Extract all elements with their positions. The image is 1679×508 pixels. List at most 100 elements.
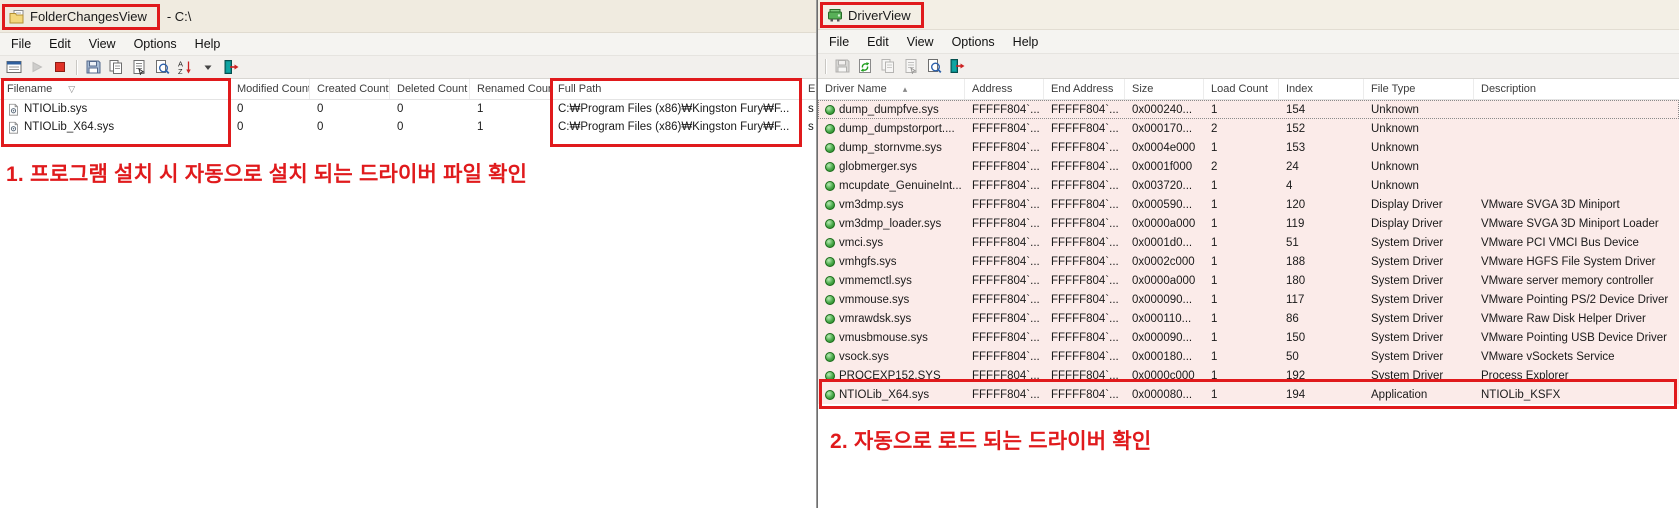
menu-help[interactable]: Help (1004, 32, 1048, 52)
table-row[interactable]: vmhgfs.sysFFFFF804`...FFFFF804`...0x0002… (818, 252, 1679, 271)
cell-name: vm3dmp_loader.sys (818, 214, 965, 233)
cell-address: FFFFF804`... (965, 347, 1044, 366)
table-row[interactable]: vmusbmouse.sysFFFFF804`...FFFFF804`...0x… (818, 328, 1679, 347)
cell-index: 194 (1279, 385, 1364, 404)
menu-edit[interactable]: Edit (858, 32, 898, 52)
stop-icon[interactable] (50, 58, 70, 76)
column-header-row: Filename▽Modified CountCreated CountDele… (0, 79, 816, 100)
table-row[interactable]: vmmemctl.sysFFFFF804`...FFFFF804`...0x00… (818, 271, 1679, 290)
cell-address: FFFFF804`... (965, 309, 1044, 328)
cell-address: FFFFF804`... (965, 195, 1044, 214)
cell-index: 119 (1279, 214, 1364, 233)
refresh-icon[interactable] (855, 57, 875, 75)
menu-help[interactable]: Help (186, 34, 230, 54)
driverview-titlebar[interactable]: DriverView (818, 0, 1679, 30)
table-row[interactable]: NTIOLib_X64.sysFFFFF804`...FFFFF804`...0… (818, 385, 1679, 404)
cell-name: PROCEXP152.SYS (818, 366, 965, 385)
properties-icon[interactable] (129, 58, 149, 76)
find-icon[interactable] (152, 58, 172, 76)
table-row[interactable]: dump_dumpstorport....FFFFF804`...FFFFF80… (818, 119, 1679, 138)
column-header-renamed[interactable]: Renamed Count (470, 79, 551, 99)
find-icon[interactable] (924, 57, 944, 75)
cell-description: VMware Pointing PS/2 Device Driver (1474, 290, 1679, 309)
annotation-note-2: 2. 자동으로 로드 되는 드라이버 확인 (830, 425, 1151, 455)
report-view-icon[interactable] (4, 58, 24, 76)
table-row[interactable]: NTIOLib_X64.sys0001C:₩Program Files (x86… (0, 118, 816, 136)
cell-load_count: 2 (1204, 157, 1279, 176)
copy-icon[interactable] (106, 58, 126, 76)
table-row[interactable]: dump_dumpfve.sysFFFFF804`...FFFFF804`...… (818, 100, 1679, 119)
cell-name: NTIOLib_X64.sys (818, 385, 965, 404)
table-row[interactable]: vmmouse.sysFFFFF804`...FFFFF804`...0x000… (818, 290, 1679, 309)
cell-address: FFFFF804`... (965, 214, 1044, 233)
cell-end_address: FFFFF804`... (1044, 328, 1125, 347)
column-header-description[interactable]: Description (1474, 79, 1679, 99)
cell-file_type: Display Driver (1364, 214, 1474, 233)
sort-az-icon[interactable]: AZ (175, 58, 195, 76)
menubar: FileEditViewOptionsHelp (818, 30, 1679, 54)
column-header-address[interactable]: Address (965, 79, 1044, 99)
cell-file_type: System Driver (1364, 233, 1474, 252)
cell-name: globmerger.sys (818, 157, 965, 176)
table-row[interactable]: vm3dmp_loader.sysFFFFF804`...FFFFF804`..… (818, 214, 1679, 233)
column-header-load_count[interactable]: Load Count (1204, 79, 1279, 99)
menu-file[interactable]: File (2, 34, 40, 54)
column-header-deleted[interactable]: Deleted Count (390, 79, 470, 99)
column-header-modified[interactable]: Modified Count (230, 79, 310, 99)
table-row[interactable]: globmerger.sysFFFFF804`...FFFFF804`...0x… (818, 157, 1679, 176)
play-icon (27, 58, 47, 76)
table-row[interactable]: vsock.sysFFFFF804`...FFFFF804`...0x00018… (818, 347, 1679, 366)
column-header-full_path[interactable]: Full Path (551, 79, 801, 99)
desktop: FolderChangesView - C:\ FileEditViewOpti… (0, 0, 1679, 508)
cell-end_address: FFFFF804`... (1044, 347, 1125, 366)
cell-index: 86 (1279, 309, 1364, 328)
cell-ext: s (801, 100, 817, 118)
cell-file_type: System Driver (1364, 271, 1474, 290)
menu-options[interactable]: Options (125, 34, 186, 54)
column-header-index[interactable]: Index (1279, 79, 1364, 99)
cell-description (1474, 119, 1679, 138)
table-row[interactable]: vm3dmp.sysFFFFF804`...FFFFF804`...0x0005… (818, 195, 1679, 214)
cell-size: 0x0000a000 (1125, 271, 1204, 290)
driver-ball-icon (825, 314, 835, 324)
table-row[interactable]: mcupdate_GenuineInt...FFFFF804`...FFFFF8… (818, 176, 1679, 195)
column-header-name[interactable]: Driver Name▴ (818, 79, 965, 99)
menu-edit[interactable]: Edit (40, 34, 80, 54)
menu-options[interactable]: Options (943, 32, 1004, 52)
table-row[interactable]: PROCEXP152.SYSFFFFF804`...FFFFF804`...0x… (818, 366, 1679, 385)
cell-address: FFFFF804`... (965, 252, 1044, 271)
sort-indicator-icon: ▴ (903, 84, 908, 95)
menu-view[interactable]: View (80, 34, 125, 54)
cell-description (1474, 157, 1679, 176)
cell-index: 50 (1279, 347, 1364, 366)
cell-size: 0x000110... (1125, 309, 1204, 328)
cell-load_count: 1 (1204, 347, 1279, 366)
column-header-filename[interactable]: Filename▽ (0, 79, 230, 99)
column-header-ext[interactable]: E (801, 79, 817, 99)
menu-view[interactable]: View (898, 32, 943, 52)
annotation-note-1: 1. 프로그램 설치 시 자동으로 설치 되는 드라이버 파일 확인 (6, 158, 527, 188)
save-icon (832, 57, 852, 75)
cell-name: vm3dmp.sys (818, 195, 965, 214)
caret-down-icon[interactable] (198, 58, 218, 76)
cell-description: VMware HGFS File System Driver (1474, 252, 1679, 271)
save-icon[interactable] (83, 58, 103, 76)
column-header-size[interactable]: Size (1125, 79, 1204, 99)
table-row[interactable]: NTIOLib.sys0001C:₩Program Files (x86)₩Ki… (0, 100, 816, 118)
cell-file_type: Unknown (1364, 176, 1474, 195)
driver-ball-icon (825, 371, 835, 381)
column-header-end_address[interactable]: End Address (1044, 79, 1125, 99)
column-header-created[interactable]: Created Count (310, 79, 390, 99)
column-header-file_type[interactable]: File Type (1364, 79, 1474, 99)
exit-icon[interactable] (221, 58, 241, 76)
exit-icon[interactable] (947, 57, 967, 75)
table-row[interactable]: vmci.sysFFFFF804`...FFFFF804`...0x0001d0… (818, 233, 1679, 252)
menu-file[interactable]: File (820, 32, 858, 52)
cell-created: 0 (310, 118, 390, 136)
cell-load_count: 1 (1204, 252, 1279, 271)
sys-file-icon (7, 121, 20, 134)
table-row[interactable]: vmrawdsk.sysFFFFF804`...FFFFF804`...0x00… (818, 309, 1679, 328)
folderchangesview-titlebar[interactable]: FolderChangesView - C:\ (0, 0, 816, 33)
cell-description: NTIOLib_KSFX (1474, 385, 1679, 404)
table-row[interactable]: dump_stornvme.sysFFFFF804`...FFFFF804`..… (818, 138, 1679, 157)
